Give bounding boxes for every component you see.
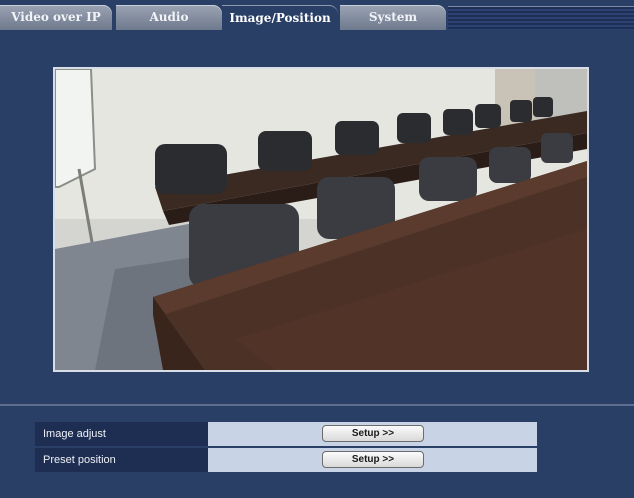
tab-bar: Video over IP Audio Image/Position Syste…: [0, 0, 634, 31]
camera-live-view: [53, 67, 589, 372]
tab-video-over-ip[interactable]: Video over IP: [0, 5, 112, 30]
tab-audio[interactable]: Audio: [116, 5, 222, 30]
image-adjust-cell: Setup >>: [208, 422, 537, 446]
settings-row-preset-position: Preset position Setup >>: [35, 448, 537, 472]
tab-image-position[interactable]: Image/Position: [222, 5, 338, 31]
preset-position-label: Preset position: [35, 448, 208, 472]
conference-room-image: [55, 69, 587, 370]
image-adjust-setup-button[interactable]: Setup >>: [322, 425, 424, 442]
preset-position-setup-button[interactable]: Setup >>: [322, 451, 424, 468]
tab-system[interactable]: System: [340, 5, 446, 30]
settings-panel: Image adjust Setup >> Preset position Se…: [0, 406, 634, 498]
image-adjust-label: Image adjust: [35, 422, 208, 446]
tab-baseline: [0, 30, 634, 32]
preset-position-cell: Setup >>: [208, 448, 537, 472]
settings-row-image-adjust: Image adjust Setup >>: [35, 422, 537, 446]
tab-bar-filler: [448, 6, 634, 31]
camera-settings-page: Video over IP Audio Image/Position Syste…: [0, 0, 634, 498]
